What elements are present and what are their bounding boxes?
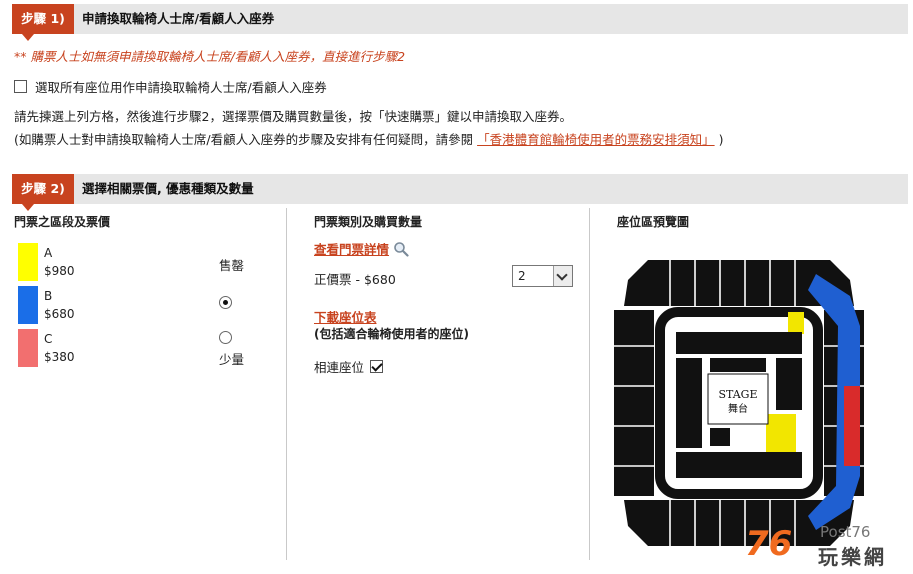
zone-c-seats-right — [844, 386, 860, 466]
ticket-details-row[interactable]: 查看門票詳情 — [314, 239, 409, 258]
zone-a-status: 售罄 — [219, 258, 245, 273]
chevron-down-icon[interactable] — [553, 266, 572, 286]
step1-bar: 步驟 1) 申請換取輪椅人士席/看顧人入座券 — [12, 4, 908, 41]
zone-a-letter: A — [44, 246, 53, 260]
download-seating-plan-link[interactable]: 下載座位表 — [314, 307, 377, 326]
zone-a-swatch — [18, 243, 38, 281]
instruction-text: 請先揀選上列方格，然後進行步驟2，選擇票價及購買數量後，按「快速購票」鍵以申請換… — [14, 109, 572, 124]
zone-c-radio[interactable] — [219, 331, 232, 344]
wheelchair-checkbox[interactable] — [14, 80, 27, 93]
zone-a-seats-top — [788, 312, 804, 334]
adjacent-seats-row[interactable]: 相連座位 — [314, 357, 384, 376]
zone-c-price: $380 — [44, 350, 75, 364]
zone-b-swatch — [18, 286, 38, 324]
zone-c-swatch — [18, 329, 38, 367]
download-note: (包括適合輪椅使用者的座位) — [314, 327, 469, 341]
wheelchair-guide-link[interactable]: 「香港體育館輪椅使用者的票務安排須知」 — [477, 132, 715, 147]
price-zones-header: 門票之區段及票價 — [14, 215, 111, 229]
seating-preview-header: 座位區預覽圖 — [617, 215, 690, 229]
magnifier-icon[interactable] — [393, 241, 409, 257]
zone-b-price: $680 — [44, 307, 75, 321]
outer-ring-left — [614, 310, 654, 496]
watermark-cn: 玩樂網 — [818, 545, 887, 569]
quantity-value: 2 — [518, 269, 526, 283]
column-divider-1 — [286, 208, 287, 560]
wheelchair-checkbox-row[interactable]: 選取所有座位用作申請換取輪椅人士席/看顧人入座券 — [14, 77, 327, 96]
stage-label-cn: 舞台 — [728, 402, 748, 415]
skip-note: ** 購票人士如無須申請換取輪椅人士席/看顧人入座券，直接進行步驟2 — [14, 49, 406, 64]
zone-a-seats-right — [766, 414, 796, 454]
quantity-select[interactable]: 2 — [512, 265, 573, 287]
ticket-details-link[interactable]: 查看門票詳情 — [314, 239, 389, 258]
wheelchair-checkbox-label: 選取所有座位用作申請換取輪椅人士席/看顧人入座券 — [35, 80, 327, 95]
ticket-label: 正價票 - $680 — [314, 272, 396, 287]
zone-b-radio[interactable] — [219, 296, 232, 309]
watermark-logo: 76 — [745, 524, 793, 564]
zone-c-status: 少量 — [219, 352, 245, 367]
step2-title: 選擇相關票價, 優惠種類及數量 — [82, 181, 254, 196]
help-prefix: (如購票人士對申請換取輪椅人士席/看顧人入座券的步驟及安排有任何疑問，請參閱 — [14, 132, 474, 147]
stage-label-en: STAGE — [718, 388, 757, 401]
seating-map[interactable]: STAGE 舞台 — [610, 246, 868, 558]
adjacent-seats-checkbox[interactable] — [370, 360, 384, 373]
step2-bar: 步驟 2) 選擇相關票價, 優惠種類及數量 — [12, 174, 908, 211]
step2-tag: 步驟 2) — [12, 174, 74, 211]
adjacent-seats-label: 相連座位 — [314, 360, 365, 375]
watermark-post: Post76 — [820, 523, 871, 541]
zone-a-price: $980 — [44, 264, 75, 278]
step1-tag: 步驟 1) — [12, 4, 74, 41]
step1-title: 申請換取輪椅人士席/看顧人入座券 — [82, 11, 275, 26]
column-divider-2 — [589, 208, 590, 560]
help-suffix: ) — [718, 132, 724, 147]
help-line: (如購票人士對申請換取輪椅人士席/看顧人入座券的步驟及安排有任何疑問，請參閱 「… — [14, 129, 723, 148]
ticket-type-header: 門票類別及購買數量 — [314, 215, 423, 229]
zone-c-letter: C — [44, 332, 53, 346]
zone-b-letter: B — [44, 289, 53, 303]
